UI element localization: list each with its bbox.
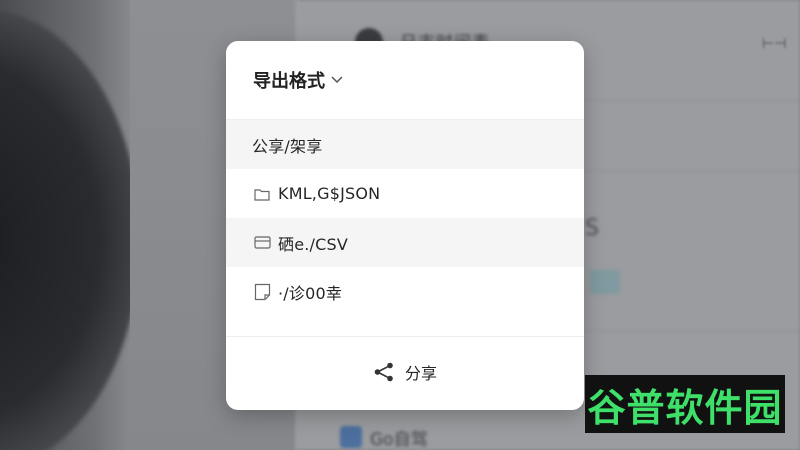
dialog-title: 导出格式: [253, 71, 325, 92]
background-bottom-button: Go自驾: [340, 420, 480, 450]
chevron-down-icon: [331, 76, 343, 84]
option-other-format[interactable]: ·/诊00幸: [226, 267, 584, 316]
option-label: KML,G$JSON: [278, 184, 381, 203]
share-label: 分享: [404, 364, 437, 383]
background-toolbar-icon: ⊢⊣: [762, 36, 787, 52]
watermark-text: 谷普软件园: [587, 385, 783, 430]
option-label: ·/诊00幸: [278, 283, 343, 303]
option-label: 公享/架享: [252, 136, 323, 156]
option-label: 硒e./CSV: [278, 234, 348, 254]
background-app-icon: [340, 426, 362, 448]
export-format-dialog: 导出格式 公享/架享 KML,G$JSON 硒e./CSV ·/诊00幸 分享: [226, 41, 584, 410]
option-share[interactable]: 公享/架享: [226, 120, 584, 169]
background-bottom-button-label: Go自驾: [370, 429, 428, 450]
option-csv[interactable]: 硒e./CSV: [226, 218, 584, 267]
export-format-dropdown[interactable]: 导出格式: [253, 67, 343, 93]
card-icon: [252, 233, 272, 253]
site-watermark-logo: 谷普软件园: [585, 375, 785, 433]
background-badge: [590, 270, 620, 294]
option-kml-geojson[interactable]: KML,G$JSON: [226, 169, 584, 218]
share-icon: [374, 362, 393, 382]
screen: 日志时间表 ⊢⊣ S Go自驾 导出格式 公享/架享 KML,G$JSON: [0, 0, 800, 450]
dialog-header: 导出格式: [226, 41, 584, 120]
note-icon: [252, 282, 272, 302]
folder-icon: [252, 184, 272, 204]
share-button[interactable]: 分享: [226, 337, 584, 407]
background-heading-fragment: S: [585, 216, 599, 241]
